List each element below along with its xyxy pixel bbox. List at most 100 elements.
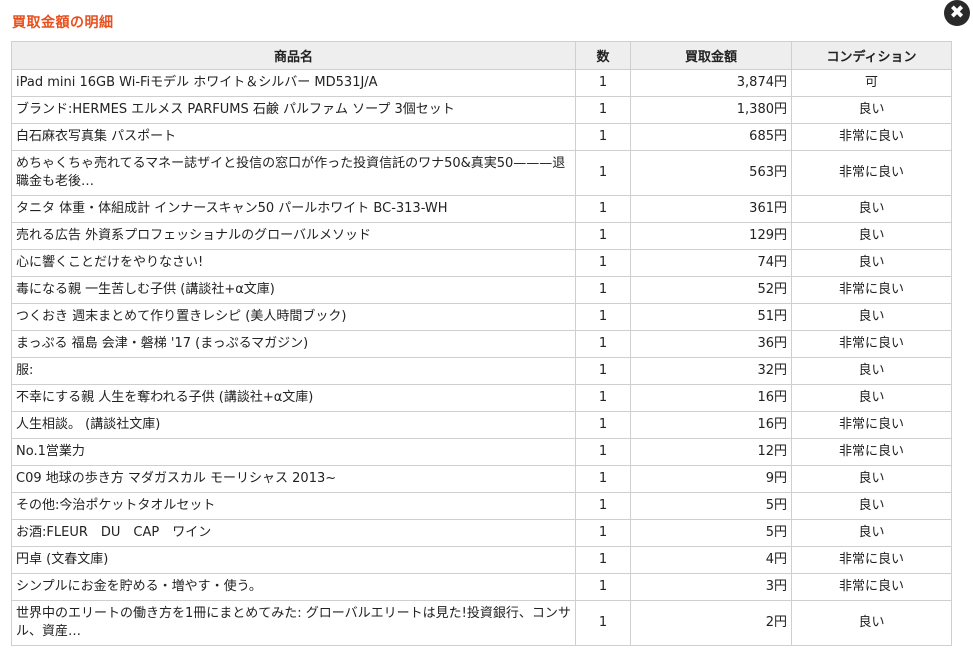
table-row: シンプルにお金を貯める・増やす・使う。 1 3円 非常に良い bbox=[11, 573, 952, 601]
quantity-cell: 1 bbox=[575, 249, 631, 277]
quantity-cell: 1 bbox=[575, 357, 631, 385]
price-cell: 51円 bbox=[630, 303, 792, 331]
table-row: お酒:FLEUR DU CAP ワイン 1 5円 良い bbox=[11, 519, 952, 547]
product-name-cell: まっぷる 福島 会津・磐梯 '17 (まっぷるマガジン) bbox=[11, 330, 576, 358]
price-cell: 1,380円 bbox=[630, 96, 792, 124]
modal-title: 買取金額の明細 bbox=[12, 15, 114, 31]
price-cell: 361円 bbox=[630, 195, 792, 223]
table-row: 白石麻衣写真集 パスポート 1 685円 非常に良い bbox=[11, 123, 952, 151]
quantity-cell: 1 bbox=[575, 546, 631, 574]
product-name-cell: 人生相談。 (講談社文庫) bbox=[11, 411, 576, 439]
product-name-cell: 毒になる親 一生苦しむ子供 (講談社+α文庫) bbox=[11, 276, 576, 304]
quantity-cell: 1 bbox=[575, 222, 631, 250]
condition-cell: 非常に良い bbox=[791, 411, 952, 439]
table-row: 世界中のエリートの働き方を1冊にまとめてみた: グローバルエリートは見た!投資銀… bbox=[11, 600, 952, 646]
price-cell: 16円 bbox=[630, 411, 792, 439]
quantity-cell: 1 bbox=[575, 303, 631, 331]
table-row: 服: 1 32円 良い bbox=[11, 357, 952, 385]
product-name-cell: タニタ 体重・体組成計 インナースキャン50 パールホワイト BC-313-WH bbox=[11, 195, 576, 223]
table-row: まっぷる 福島 会津・磐梯 '17 (まっぷるマガジン) 1 36円 非常に良い bbox=[11, 330, 952, 358]
price-cell: 129円 bbox=[630, 222, 792, 250]
table-row: 不幸にする親 人生を奪われる子供 (講談社+α文庫) 1 16円 良い bbox=[11, 384, 952, 412]
price-cell: 74円 bbox=[630, 249, 792, 277]
condition-cell: 非常に良い bbox=[791, 573, 952, 601]
condition-cell: 非常に良い bbox=[791, 276, 952, 304]
price-cell: 5円 bbox=[630, 519, 792, 547]
table-row: 人生相談。 (講談社文庫) 1 16円 非常に良い bbox=[11, 411, 952, 439]
table-header-row: 商品名 数 買取金額 コンディション bbox=[11, 41, 952, 70]
header-product-name: 商品名 bbox=[11, 41, 576, 70]
condition-cell: 非常に良い bbox=[791, 330, 952, 358]
product-name-cell: 売れる広告 外資系プロフェッショナルのグローバルメソッド bbox=[11, 222, 576, 250]
header-price: 買取金額 bbox=[630, 41, 792, 70]
product-name-cell: シンプルにお金を貯める・増やす・使う。 bbox=[11, 573, 576, 601]
product-name-cell: 服: bbox=[11, 357, 576, 385]
quantity-cell: 1 bbox=[575, 69, 631, 97]
condition-cell: 良い bbox=[791, 465, 952, 493]
quantity-cell: 1 bbox=[575, 330, 631, 358]
product-name-cell: ブランド:HERMES エルメス PARFUMS 石鹸 パルファム ソープ 3個… bbox=[11, 96, 576, 124]
product-name-cell: No.1営業力 bbox=[11, 438, 576, 466]
table-row: 毒になる親 一生苦しむ子供 (講談社+α文庫) 1 52円 非常に良い bbox=[11, 276, 952, 304]
close-icon[interactable]: ✖ bbox=[944, 0, 970, 26]
price-cell: 9円 bbox=[630, 465, 792, 493]
condition-cell: 良い bbox=[791, 303, 952, 331]
price-cell: 12円 bbox=[630, 438, 792, 466]
product-name-cell: 世界中のエリートの働き方を1冊にまとめてみた: グローバルエリートは見た!投資銀… bbox=[11, 600, 576, 646]
condition-cell: 良い bbox=[791, 600, 952, 646]
quantity-cell: 1 bbox=[575, 195, 631, 223]
quantity-cell: 1 bbox=[575, 600, 631, 646]
quantity-cell: 1 bbox=[575, 492, 631, 520]
condition-cell: 良い bbox=[791, 357, 952, 385]
table-row: 円卓 (文春文庫) 1 4円 非常に良い bbox=[11, 546, 952, 574]
product-name-cell: めちゃくちゃ売れてるマネー誌ザイと投信の窓口が作った投資信託のワナ50&真実50… bbox=[11, 150, 576, 196]
condition-cell: 良い bbox=[791, 249, 952, 277]
quantity-cell: 1 bbox=[575, 384, 631, 412]
condition-cell: 良い bbox=[791, 195, 952, 223]
price-cell: 3円 bbox=[630, 573, 792, 601]
details-table: 商品名 数 買取金額 コンディション iPad mini 16GB Wi-Fiモ… bbox=[11, 41, 952, 646]
condition-cell: 良い bbox=[791, 519, 952, 547]
condition-cell: 良い bbox=[791, 492, 952, 520]
purchase-details-modal: 買取金額の明細 ✖ 商品名 数 買取金額 コンディション iPad mini 1… bbox=[0, 0, 973, 652]
quantity-cell: 1 bbox=[575, 123, 631, 151]
product-name-cell: つくおき 週末まとめて作り置きレシピ (美人時間ブック) bbox=[11, 303, 576, 331]
price-cell: 3,874円 bbox=[630, 69, 792, 97]
product-name-cell: iPad mini 16GB Wi-Fiモデル ホワイト＆シルバー MD531J… bbox=[11, 69, 576, 97]
product-name-cell: 不幸にする親 人生を奪われる子供 (講談社+α文庫) bbox=[11, 384, 576, 412]
price-cell: 563円 bbox=[630, 150, 792, 196]
price-cell: 32円 bbox=[630, 357, 792, 385]
table-row: めちゃくちゃ売れてるマネー誌ザイと投信の窓口が作った投資信託のワナ50&真実50… bbox=[11, 150, 952, 196]
quantity-cell: 1 bbox=[575, 573, 631, 601]
condition-cell: 良い bbox=[791, 96, 952, 124]
price-cell: 5円 bbox=[630, 492, 792, 520]
quantity-cell: 1 bbox=[575, 276, 631, 304]
table-row: 心に響くことだけをやりなさい! 1 74円 良い bbox=[11, 249, 952, 277]
condition-cell: 良い bbox=[791, 384, 952, 412]
condition-cell: 非常に良い bbox=[791, 150, 952, 196]
quantity-cell: 1 bbox=[575, 411, 631, 439]
table-row: C09 地球の歩き方 マダガスカル モーリシャス 2013~ 1 9円 良い bbox=[11, 465, 952, 493]
condition-cell: 可 bbox=[791, 69, 952, 97]
table-row: その他:今治ポケットタオルセット 1 5円 良い bbox=[11, 492, 952, 520]
table-row: iPad mini 16GB Wi-Fiモデル ホワイト＆シルバー MD531J… bbox=[11, 69, 952, 97]
price-cell: 4円 bbox=[630, 546, 792, 574]
product-name-cell: 心に響くことだけをやりなさい! bbox=[11, 249, 576, 277]
product-name-cell: その他:今治ポケットタオルセット bbox=[11, 492, 576, 520]
product-name-cell: 円卓 (文春文庫) bbox=[11, 546, 576, 574]
quantity-cell: 1 bbox=[575, 465, 631, 493]
product-name-cell: 白石麻衣写真集 パスポート bbox=[11, 123, 576, 151]
product-name-cell: お酒:FLEUR DU CAP ワイン bbox=[11, 519, 576, 547]
price-cell: 2円 bbox=[630, 600, 792, 646]
condition-cell: 非常に良い bbox=[791, 123, 952, 151]
table-row: つくおき 週末まとめて作り置きレシピ (美人時間ブック) 1 51円 良い bbox=[11, 303, 952, 331]
header-condition: コンディション bbox=[791, 41, 952, 70]
price-cell: 36円 bbox=[630, 330, 792, 358]
product-name-cell: C09 地球の歩き方 マダガスカル モーリシャス 2013~ bbox=[11, 465, 576, 493]
condition-cell: 良い bbox=[791, 222, 952, 250]
price-cell: 16円 bbox=[630, 384, 792, 412]
table-row: ブランド:HERMES エルメス PARFUMS 石鹸 パルファム ソープ 3個… bbox=[11, 96, 952, 124]
table-body: iPad mini 16GB Wi-Fiモデル ホワイト＆シルバー MD531J… bbox=[11, 69, 952, 646]
price-cell: 685円 bbox=[630, 123, 792, 151]
quantity-cell: 1 bbox=[575, 150, 631, 196]
